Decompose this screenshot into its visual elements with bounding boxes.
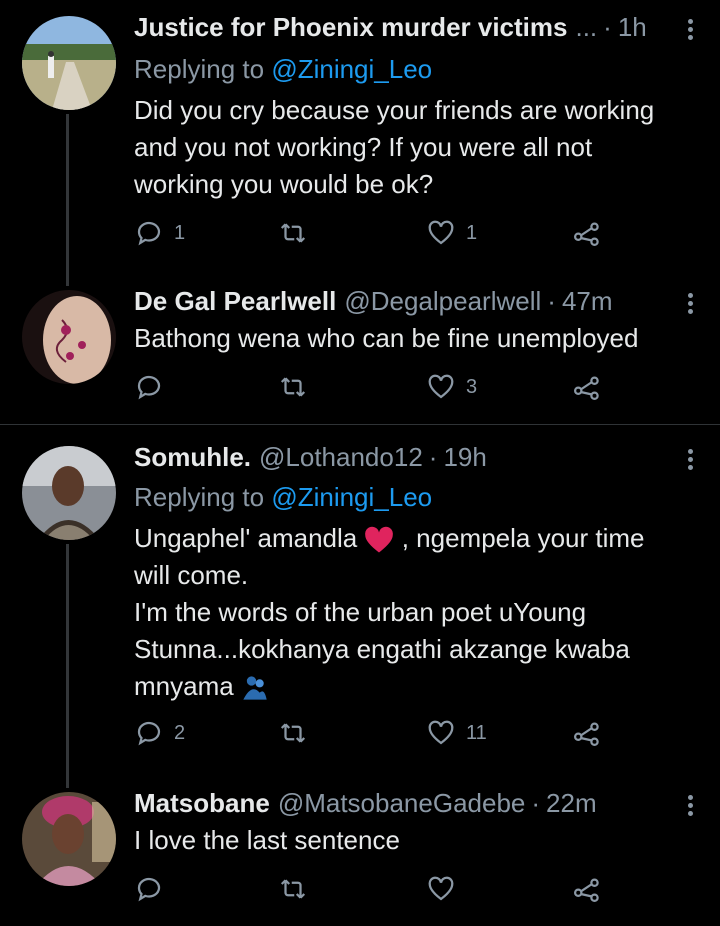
more-icon[interactable] [688, 446, 694, 473]
retweet-icon [280, 377, 306, 397]
reply-button[interactable] [134, 372, 174, 402]
reply-icon [137, 877, 161, 902]
display-name[interactable]: De Gal Pearlwell [134, 286, 336, 317]
like-button[interactable]: 3 [426, 372, 477, 402]
text-line: I'm the words of the urban poet uYoung [134, 597, 587, 627]
tweet-header: Somuhle. @Lothando12 · 19h [134, 442, 700, 473]
separator-dot: · [531, 788, 541, 818]
handle-ellipsis: ... [575, 12, 598, 42]
reply-count: 2 [174, 721, 186, 744]
timestamp[interactable]: 47m [562, 286, 613, 317]
reply-button[interactable]: 1 [134, 218, 185, 248]
like-button[interactable] [426, 874, 466, 904]
reply-icon [137, 721, 161, 746]
like-count: 11 [466, 721, 487, 744]
reply-count: 1 [174, 221, 186, 244]
mention-link[interactable]: @Ziningi_Leo [271, 482, 432, 512]
share-icon [574, 376, 599, 400]
share-button[interactable] [572, 718, 602, 748]
replying-prefix: Replying to [134, 482, 265, 512]
avatar[interactable] [22, 446, 116, 540]
heart-icon [428, 720, 454, 745]
replying-to: Replying to @Ziningi_Leo [134, 54, 432, 85]
separator-dot: · [547, 286, 556, 316]
share-icon [574, 722, 599, 746]
more-icon[interactable] [688, 16, 694, 43]
heart-icon [428, 876, 454, 901]
tweet-3[interactable]: Somuhle. @Lothando12 · 19h Replying to @… [0, 430, 720, 780]
mention-link[interactable]: @Ziningi_Leo [271, 54, 432, 84]
handle[interactable]: @Lothando12 [259, 442, 423, 473]
text-line: and you not working? If you were all not [134, 132, 593, 162]
tweet-text: Bathong wena who can be fine unemployed [134, 320, 700, 357]
retweet-button[interactable] [278, 718, 318, 748]
text-segment: Ungaphel' amandla [134, 523, 358, 553]
text-line: will come. [134, 560, 249, 590]
share-button[interactable] [572, 218, 602, 248]
reply-button[interactable]: 2 [134, 718, 185, 748]
tweet-4[interactable]: Matsobane @MatsobaneGadebe · 22m I love … [0, 778, 720, 926]
text-segment: mnyama [134, 671, 234, 701]
tweet-header: Justice for Phoenix murder victims ... ·… [134, 12, 700, 43]
text-line: I love the last sentence [134, 825, 400, 855]
retweet-icon [280, 879, 306, 899]
tweet-header: De Gal Pearlwell @Degalpearlwell · 47m [134, 286, 700, 317]
divider [0, 424, 720, 425]
timestamp[interactable]: 19h [443, 442, 486, 473]
handle[interactable]: @Degalpearlwell [344, 286, 541, 317]
text-line: Ungaphel' amandla , ngempela your time [134, 520, 700, 557]
replying-to: Replying to @Ziningi_Leo [134, 482, 432, 513]
avatar[interactable] [22, 290, 116, 384]
display-name[interactable]: Justice for Phoenix murder victims [134, 12, 567, 43]
more-icon[interactable] [688, 290, 694, 317]
more-icon[interactable] [688, 792, 694, 819]
reply-button[interactable] [134, 874, 174, 904]
like-count: 3 [466, 375, 478, 398]
text-line: working you would be ok? [134, 169, 434, 199]
tweet-header: Matsobane @MatsobaneGadebe · 22m [134, 788, 700, 819]
display-name[interactable]: Matsobane [134, 788, 270, 819]
hugging-people-emoji-icon [243, 676, 267, 700]
tweet-2[interactable]: De Gal Pearlwell @Degalpearlwell · 47m B… [0, 276, 720, 422]
tweet-1[interactable]: Justice for Phoenix murder victims ... ·… [0, 0, 720, 290]
share-icon [574, 222, 599, 246]
retweet-button[interactable] [278, 218, 318, 248]
replying-prefix: Replying to [134, 54, 265, 84]
tweet-text: Ungaphel' amandla , ngempela your time w… [134, 520, 700, 705]
heart-icon [428, 220, 454, 245]
text-line: mnyama [134, 668, 700, 705]
text-line: Stunna...kokhanya engathi akzange kwaba [134, 634, 630, 664]
reply-icon [137, 375, 161, 400]
avatar[interactable] [22, 792, 116, 886]
avatar[interactable] [22, 16, 116, 110]
like-count: 1 [466, 221, 478, 244]
separator-dot: · [603, 12, 612, 42]
handle[interactable]: @MatsobaneGadebe [278, 788, 526, 819]
text-line: Did you cry because your friends are wor… [134, 95, 655, 125]
share-button[interactable] [572, 874, 602, 904]
red-heart-emoji-icon [365, 526, 394, 553]
display-name[interactable]: Somuhle. [134, 442, 251, 473]
timestamp[interactable]: 1h [618, 12, 647, 43]
retweet-button[interactable] [278, 372, 318, 402]
like-button[interactable]: 1 [426, 218, 477, 248]
text-segment: , ngempela your time [401, 523, 645, 553]
retweet-icon [280, 723, 306, 743]
tweet-text: I love the last sentence [134, 822, 700, 859]
tweet-text: Did you cry because your friends are wor… [134, 92, 700, 203]
reply-icon [137, 221, 161, 246]
heart-icon [428, 374, 454, 399]
retweet-icon [280, 223, 306, 243]
share-icon [574, 878, 599, 902]
text-line: Bathong wena who can be fine unemployed [134, 323, 639, 353]
timestamp[interactable]: 22m [546, 788, 597, 819]
separator-dot: · [428, 442, 438, 472]
retweet-button[interactable] [278, 874, 318, 904]
like-button[interactable]: 11 [426, 718, 487, 748]
share-button[interactable] [572, 372, 602, 402]
